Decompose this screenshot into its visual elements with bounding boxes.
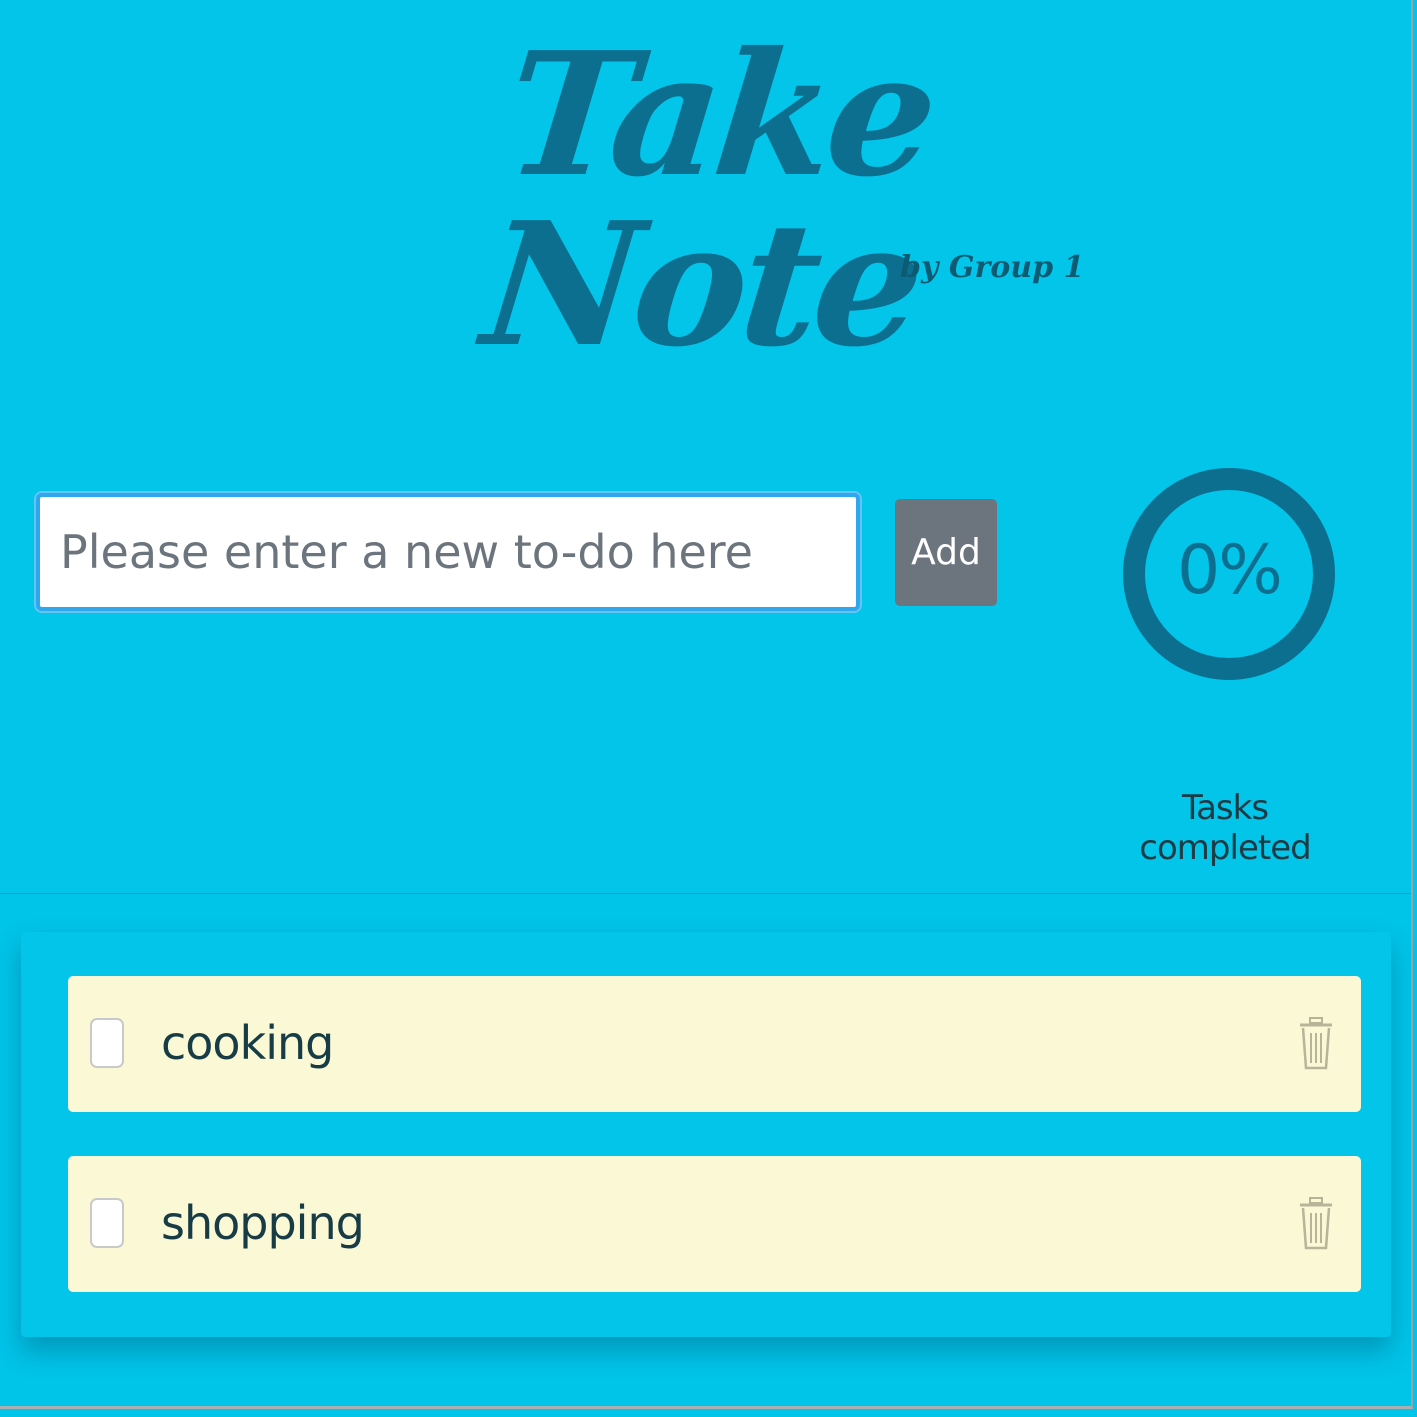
todo-input[interactable] (36, 493, 860, 611)
add-button[interactable]: Add (895, 499, 997, 606)
todo-checkbox[interactable] (90, 1018, 124, 1068)
trash-icon[interactable] (1298, 1016, 1334, 1072)
todo-label: cooking (161, 1016, 334, 1070)
trash-icon-graphic (1300, 1197, 1332, 1250)
todo-label: shopping (161, 1196, 365, 1250)
progress-percent: 0% (1177, 531, 1283, 610)
todo-checkbox[interactable] (90, 1198, 124, 1248)
trash-icon[interactable] (1298, 1196, 1334, 1252)
list-item: cooking (68, 976, 1361, 1112)
trash-icon-graphic (1300, 1017, 1332, 1070)
todo-list: cooking shopping (21, 932, 1391, 1337)
progress-indicator: 0% (1122, 413, 1336, 737)
progress-label: Tasks completed (1139, 788, 1311, 868)
app-subtitle: by Group 1 (900, 250, 1085, 285)
header: Take Note by Group 1 Add 0% Tasks comple… (0, 0, 1411, 894)
app-title: Take Note (474, 15, 941, 385)
app-window: Take Note by Group 1 Add 0% Tasks comple… (0, 0, 1413, 1409)
list-item: shopping (68, 1156, 1361, 1292)
